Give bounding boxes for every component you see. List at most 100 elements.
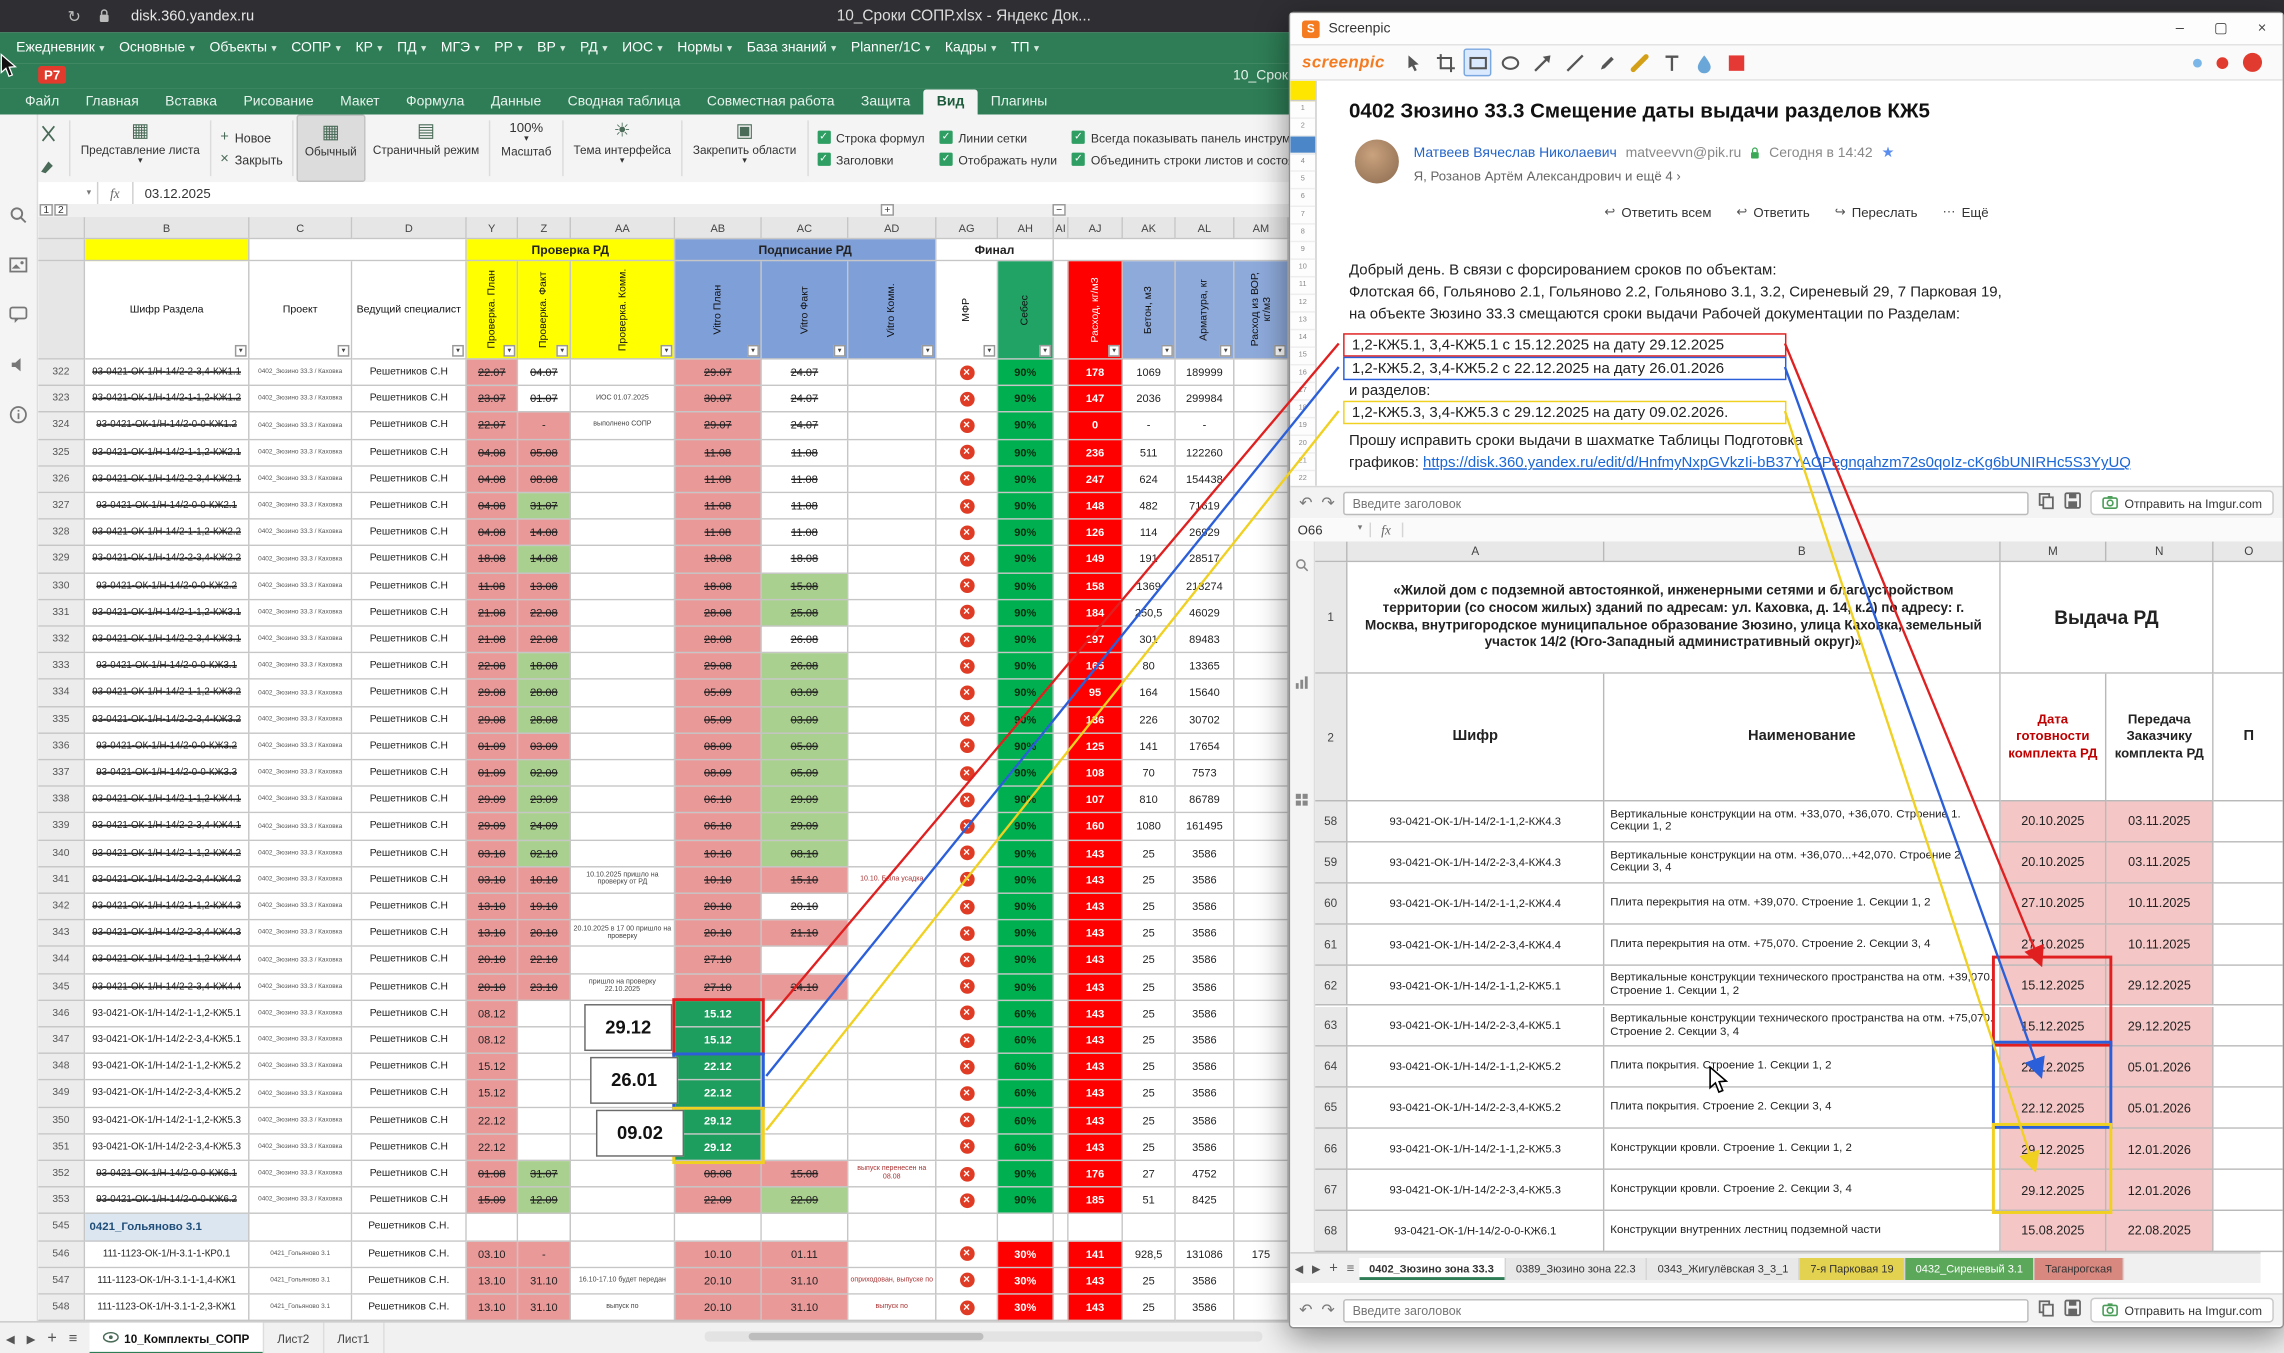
cell-vor[interactable] [1235,386,1289,413]
cell-check-comment[interactable] [571,1215,675,1242]
cell-sebes[interactable]: 60% [998,1001,1054,1028]
filter-icon[interactable]: ▾ [1220,345,1232,357]
cell-shifr[interactable]: 111-1123-ОК-1/Н-3.1-1-2,3-КЖ1 [85,1295,249,1321]
cell-shifr[interactable]: 93-0421-ОК-1/Н-14/2-1-1,2-КЖ4.3 [85,894,249,921]
row-header[interactable]: 353 [38,1188,85,1215]
close-button[interactable]: × [2241,13,2282,44]
cell-vor[interactable] [1235,1161,1289,1188]
grid-corner[interactable] [38,261,85,359]
cell-rashod[interactable]: 143 [1069,947,1123,974]
cell-spacer[interactable] [1054,1215,1069,1242]
size-medium-dot[interactable] [2217,57,2229,69]
row-header[interactable]: 344 [38,947,85,974]
menubar-item[interactable]: РР▾ [487,37,530,59]
outline-level-1[interactable]: 1 [40,204,53,216]
column-header[interactable]: Бетон, м3▾ [1123,261,1176,359]
cell-vitro-fact[interactable]: 11.08 [762,493,849,520]
menubar-item[interactable]: КР▾ [348,37,390,59]
cell-check-plan[interactable]: 23.07 [467,386,518,413]
cell-beton[interactable]: 511 [1123,440,1176,467]
cell-armatura[interactable]: 299984 [1176,386,1235,413]
line-tool-button[interactable] [1561,48,1589,76]
cell-check-plan[interactable]: 08.12 [467,1001,518,1028]
cell-spacer[interactable] [1054,1081,1069,1108]
cell-check-fact[interactable]: 05.08 [518,440,571,467]
cell-vitro-plan[interactable]: 05.09 [675,680,762,707]
column-letter[interactable]: AD [848,217,936,239]
undo-icon[interactable]: ↶ [1299,1301,1313,1320]
cell-mfr[interactable]: × [937,547,999,574]
cell-lead[interactable]: Решетников С.Н [352,466,466,493]
cell-project[interactable]: 0421_Гольяново 3.1 [250,1241,353,1268]
cell-mfr[interactable]: × [937,1295,999,1321]
sound-icon[interactable] [9,355,28,381]
row-header[interactable]: 324 [38,413,85,440]
cell-vitro-fact[interactable] [762,1215,849,1242]
row-header[interactable]: 327 [38,493,85,520]
cell-armatura[interactable]: 3586 [1176,894,1235,921]
filter-icon[interactable]: ▾ [338,345,350,357]
filter-icon[interactable]: ▾ [452,345,464,357]
cell-vitro-plan[interactable]: 20.10 [675,921,762,948]
cell-check-comment[interactable] [571,466,675,493]
cell-vor[interactable] [1235,974,1289,1001]
cell-lead[interactable]: Решетников С.Н [352,947,466,974]
save-icon[interactable] [2064,490,2082,516]
cell-spacer[interactable] [1054,386,1069,413]
cell-lead[interactable]: Решетников С.Н. [352,1268,466,1295]
cell-check-comment[interactable] [571,841,675,868]
cell-armatura[interactable]: 3586 [1176,1268,1235,1295]
cell-shifr[interactable]: 93-0421-ОК-1/Н-14/2-1-1,2-КЖ2.2 [85,520,249,547]
cell-check-fact[interactable]: 22.08 [518,600,571,627]
cell-check-plan[interactable]: 13.10 [467,1295,518,1321]
cell-shifr[interactable]: 93-0421-ОК-1/Н-14/2-1-1,2-КЖ5.1 [85,1001,249,1028]
cell-check-comment[interactable] [571,1161,675,1188]
cell-vitro-comment[interactable]: выпуск перенесен на 08.08 [848,1161,936,1188]
cell-mfr[interactable]: × [937,894,999,921]
cell-check-fact[interactable] [518,1028,571,1055]
cell-check-comment[interactable] [571,1241,675,1268]
cell-rashod[interactable]: 126 [1069,520,1123,547]
cell-project[interactable]: 0402_Зюзино 33.3 / Каховка [250,760,353,787]
cell-check-comment[interactable] [571,573,675,600]
view-checkbox[interactable]: ✓Строка формул [817,130,925,145]
cell-rashod[interactable]: 160 [1069,814,1123,841]
cell-check-fact[interactable]: 03.09 [518,734,571,761]
cell-mfr[interactable]: × [937,653,999,680]
row-header[interactable]: 340 [38,841,85,868]
cell-sebes[interactable]: 90% [998,841,1054,868]
redo-icon[interactable]: ↷ [1321,493,1335,512]
menubar-item[interactable]: РД▾ [573,37,615,59]
cell-sebes[interactable]: 90% [998,947,1054,974]
row-header[interactable]: 328 [38,520,85,547]
cell-vor[interactable] [1235,627,1289,654]
cell-project[interactable]: 0402_Зюзино 33.3 / Каховка [250,386,353,413]
cell-vitro-plan[interactable]: 08.09 [675,734,762,761]
cell-mfr[interactable]: × [937,707,999,734]
cell-vitro-comment[interactable]: выпуск по [848,1295,936,1321]
cell-mfr[interactable]: × [937,760,999,787]
cell-sebes[interactable]: 90% [998,787,1054,814]
cell-vor[interactable] [1235,600,1289,627]
cell-sebes[interactable]: 90% [998,1188,1054,1215]
cell-vitro-comment[interactable] [848,466,936,493]
cell-sebes[interactable]: 90% [998,707,1054,734]
cell-armatura[interactable]: 7573 [1176,760,1235,787]
copy-image-icon[interactable] [2038,1297,2056,1323]
cell-check-comment[interactable]: 10.10.2025 пришло на проверку от РД [571,867,675,894]
cell-lead[interactable]: Решетников С.Н [352,707,466,734]
cell-vitro-comment[interactable] [848,1108,936,1135]
row-header[interactable]: 331 [38,600,85,627]
cell-armatura[interactable]: 30702 [1176,707,1235,734]
ribbon-tab[interactable]: Совместная работа [694,90,848,115]
cell-vitro-comment[interactable] [848,1134,936,1161]
cell-shifr[interactable]: 93-0421-ОК-1/Н-14/2-2-3,4-КЖ2.2 [85,547,249,574]
cell-vitro-plan[interactable]: 27.10 [675,974,762,1001]
cell-vor[interactable] [1235,440,1289,467]
cell-vitro-fact[interactable]: 24.07 [762,360,849,387]
cell-vitro-plan[interactable]: 28.08 [675,600,762,627]
cell-check-fact[interactable]: 14.08 [518,547,571,574]
cell-sebes[interactable]: 90% [998,627,1054,654]
cell-vitro-fact[interactable]: 22.09 [762,1188,849,1215]
sheet-nav-right-icon[interactable]: ▶ [21,1332,42,1345]
